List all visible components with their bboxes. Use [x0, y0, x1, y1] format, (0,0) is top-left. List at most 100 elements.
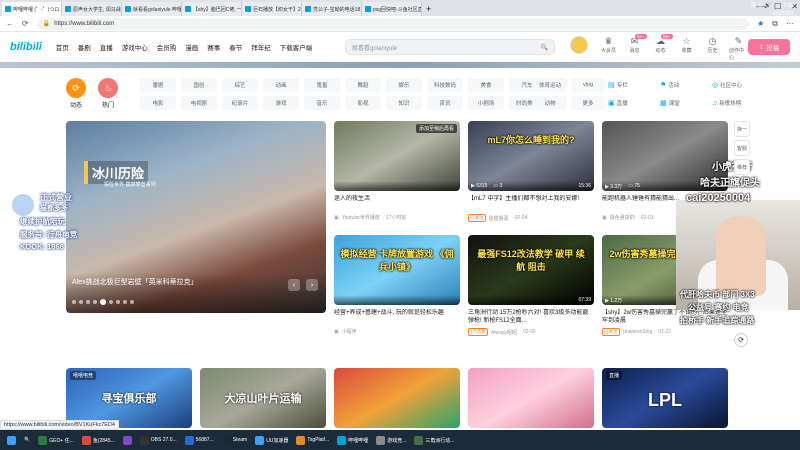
header-item-4[interactable]: ◷ 历史 [703, 36, 722, 54]
back-icon[interactable]: ← [6, 19, 14, 28]
browser-tab[interactable]: 哔哩哔哩 (゜-゜)つロ 干杯~-bilibili [2, 2, 62, 16]
video-card[interactable]: LPL 直播 [602, 368, 728, 428]
video-card[interactable] [468, 368, 594, 428]
channel-button[interactable]: 综艺 [222, 78, 258, 92]
volume-icon[interactable]: 🔊 [764, 3, 771, 9]
nav-item[interactable]: 会员购 [157, 42, 177, 52]
channel-dynamic[interactable]: ⟳ 动态 [66, 78, 86, 109]
nav-item[interactable]: 首页 [56, 42, 69, 52]
video-author[interactable]: 小程序 [342, 328, 357, 335]
nav-item[interactable]: 漫画 [185, 42, 198, 52]
side-button[interactable]: 客服 [734, 140, 750, 156]
side-button[interactable]: 推荐 [734, 159, 750, 175]
nav-item[interactable]: 游戏中心 [122, 42, 148, 52]
user-avatar[interactable] [570, 36, 588, 54]
channel-link[interactable]: ▦ 课堂 [660, 96, 706, 110]
taskbar-app[interactable]: 三角洲行动... [411, 432, 457, 448]
bilibili-logo[interactable]: bilibili [10, 41, 42, 53]
channel-button[interactable]: 科技数码 [427, 78, 463, 92]
channel-link[interactable]: ▣ 直播 [608, 96, 654, 110]
channel-button[interactable]: 体育运动 [533, 78, 567, 92]
video-card[interactable]: 添加至稍后再看 迷人的夜生活 ▣ Youtube世界播放 · 17小时前 [334, 121, 460, 221]
taskbar-search[interactable]: 🔍 [21, 432, 33, 448]
side-button[interactable]: 换一 [734, 121, 750, 137]
taskbar-app[interactable]: 鱼(2845... [79, 432, 118, 448]
carousel-prev-button[interactable]: ‹ [288, 279, 300, 291]
header-item-2[interactable]: ☁ 动态 99+ [651, 34, 673, 54]
star-bookmark-icon[interactable]: ★ [757, 19, 764, 28]
video-author[interactable]: UniverseSing [623, 329, 653, 335]
video-card[interactable]: 模拟经营 卡牌放置游戏 《佣兵小镇》 经营+养成+基建+战斗, 玩的就是轻松乐趣 ▣… [334, 235, 460, 335]
channel-button[interactable]: 知识 [386, 96, 422, 110]
taskbar-app[interactable]: TsgPlaif... [293, 432, 332, 448]
taskbar-app[interactable]: OBS 27.0... [137, 432, 180, 448]
channel-button[interactable]: 国创 [181, 78, 217, 92]
channel-button[interactable]: 动画 [263, 78, 299, 92]
nav-item[interactable]: 番剧 [78, 42, 91, 52]
new-tab-button[interactable]: + [422, 2, 435, 16]
taskbar-app[interactable]: 游戏竞... [373, 432, 409, 448]
taskbar-app[interactable]: Steam [219, 432, 250, 448]
extensions-icon[interactable]: ⧉ [772, 19, 778, 29]
video-thumbnail[interactable]: 大凉山叶片运输 [200, 368, 326, 428]
carousel-next-button[interactable]: › [306, 279, 318, 291]
channel-link[interactable]: ◎ 社区中心 [712, 78, 758, 92]
channel-button[interactable]: vlog [571, 78, 605, 92]
video-card[interactable]: 大凉山叶片运输 [200, 368, 326, 428]
video-title[interactable]: 经营+养成+基建+战斗, 玩的就是轻松乐趣 [334, 309, 460, 325]
header-item-1[interactable]: ✉ 消息 99+ [625, 34, 647, 54]
channel-button[interactable]: 纪录片 [222, 96, 258, 110]
browser-tab[interactable]: 【shy】脑巴回C佬, 一般不做, 不... [182, 2, 242, 16]
channel-button[interactable]: 番剧 [140, 78, 176, 92]
search-icon[interactable]: 🔍 [541, 44, 548, 51]
video-thumbnail[interactable] [468, 368, 594, 428]
taskbar-app[interactable]: 56887... [182, 432, 217, 448]
refresh-button[interactable]: ⟳ [734, 333, 748, 347]
browser-tab[interactable]: psg回快吧-斗鱼社区直播频道 [362, 2, 422, 16]
video-title[interactable]: 迷人的夜生活 [334, 195, 460, 211]
video-thumbnail[interactable]: 模拟经营 卡牌放置游戏 《佣兵小镇》 [334, 235, 460, 305]
carousel-dot[interactable] [109, 300, 113, 304]
clock-date[interactable]: 2026/2/7 [773, 10, 794, 18]
video-author[interactable]: Youtube世界播放 [342, 214, 380, 221]
channel-button[interactable]: 电视剧 [181, 96, 217, 110]
video-thumbnail[interactable]: LPL 直播 [602, 368, 728, 428]
channel-button[interactable]: 舞蹈 [345, 78, 381, 92]
channel-button[interactable]: 影视 [345, 96, 381, 110]
nav-item[interactable]: 赛事 [207, 42, 220, 52]
channel-button[interactable]: 娱乐 [386, 78, 422, 92]
upload-button[interactable]: ⇪ 投稿 [748, 39, 790, 55]
channel-button[interactable]: 鬼畜 [304, 78, 340, 92]
menu-icon[interactable]: ⋯ [786, 19, 794, 28]
taskbar-app[interactable]: GEO+ 任... [35, 432, 77, 448]
channel-button[interactable]: 游戏 [263, 96, 299, 110]
carousel-dot[interactable] [93, 300, 97, 304]
network-icon[interactable]: ⌬ [758, 3, 763, 9]
video-title[interactable]: 三角洲行动 15万2枪秒六对! 喜欢3级多动能霰弹枪! 新枪FS12全面... [468, 309, 594, 325]
carousel-title[interactable]: Alex挑战北极巨型岩壁「英米科蒂拉克」 [72, 277, 198, 287]
taskbar-app[interactable]: UU加速器 [252, 432, 291, 448]
channel-link[interactable]: ▤ 专栏 [608, 78, 654, 92]
reload-icon[interactable]: ⟳ [22, 19, 29, 28]
carousel-dot[interactable] [100, 299, 106, 305]
browser-tab[interactable]: 巨石播放【织女干】2027最新的... [242, 2, 302, 16]
video-author[interactable]: 极色悬疑的 [610, 214, 635, 221]
nav-item[interactable]: 春节 [229, 42, 242, 52]
nav-item[interactable]: 直播 [100, 42, 113, 52]
channel-button[interactable]: 资讯 [427, 96, 463, 110]
video-card[interactable] [334, 368, 460, 428]
channel-link[interactable]: ⚑ 活动 [660, 78, 706, 92]
video-card[interactable]: 最强FS12改法教学 破甲 续航 阻击 07:39 三角洲行动 15万2枪秒六对! … [468, 235, 594, 336]
clock-time[interactable]: 7:58 [773, 2, 794, 10]
video-title[interactable]: 【mL7 中字】主播们都不想对上我的安娜! [468, 195, 594, 211]
taskbar-app[interactable] [120, 432, 135, 448]
search-input[interactable]: 就看看golaniyule [352, 43, 397, 52]
search-box[interactable]: 就看看golaniyule 🔍 [345, 39, 555, 55]
browser-tab[interactable]: 凭公子-宝呦的电话18岁即将... [302, 2, 362, 16]
video-thumbnail[interactable]: mL7你怎么睡到我的? ▶ 6315 ▭ 3 15:36 [468, 121, 594, 191]
channel-link[interactable]: ♫ 新歌热榜 [712, 96, 758, 110]
carousel-dot[interactable] [79, 300, 83, 304]
ime-indicator[interactable]: 英 [751, 3, 757, 9]
url-input[interactable]: 🔒 https://www.bilibili.com [36, 17, 750, 30]
channel-button[interactable]: 电影 [140, 96, 176, 110]
